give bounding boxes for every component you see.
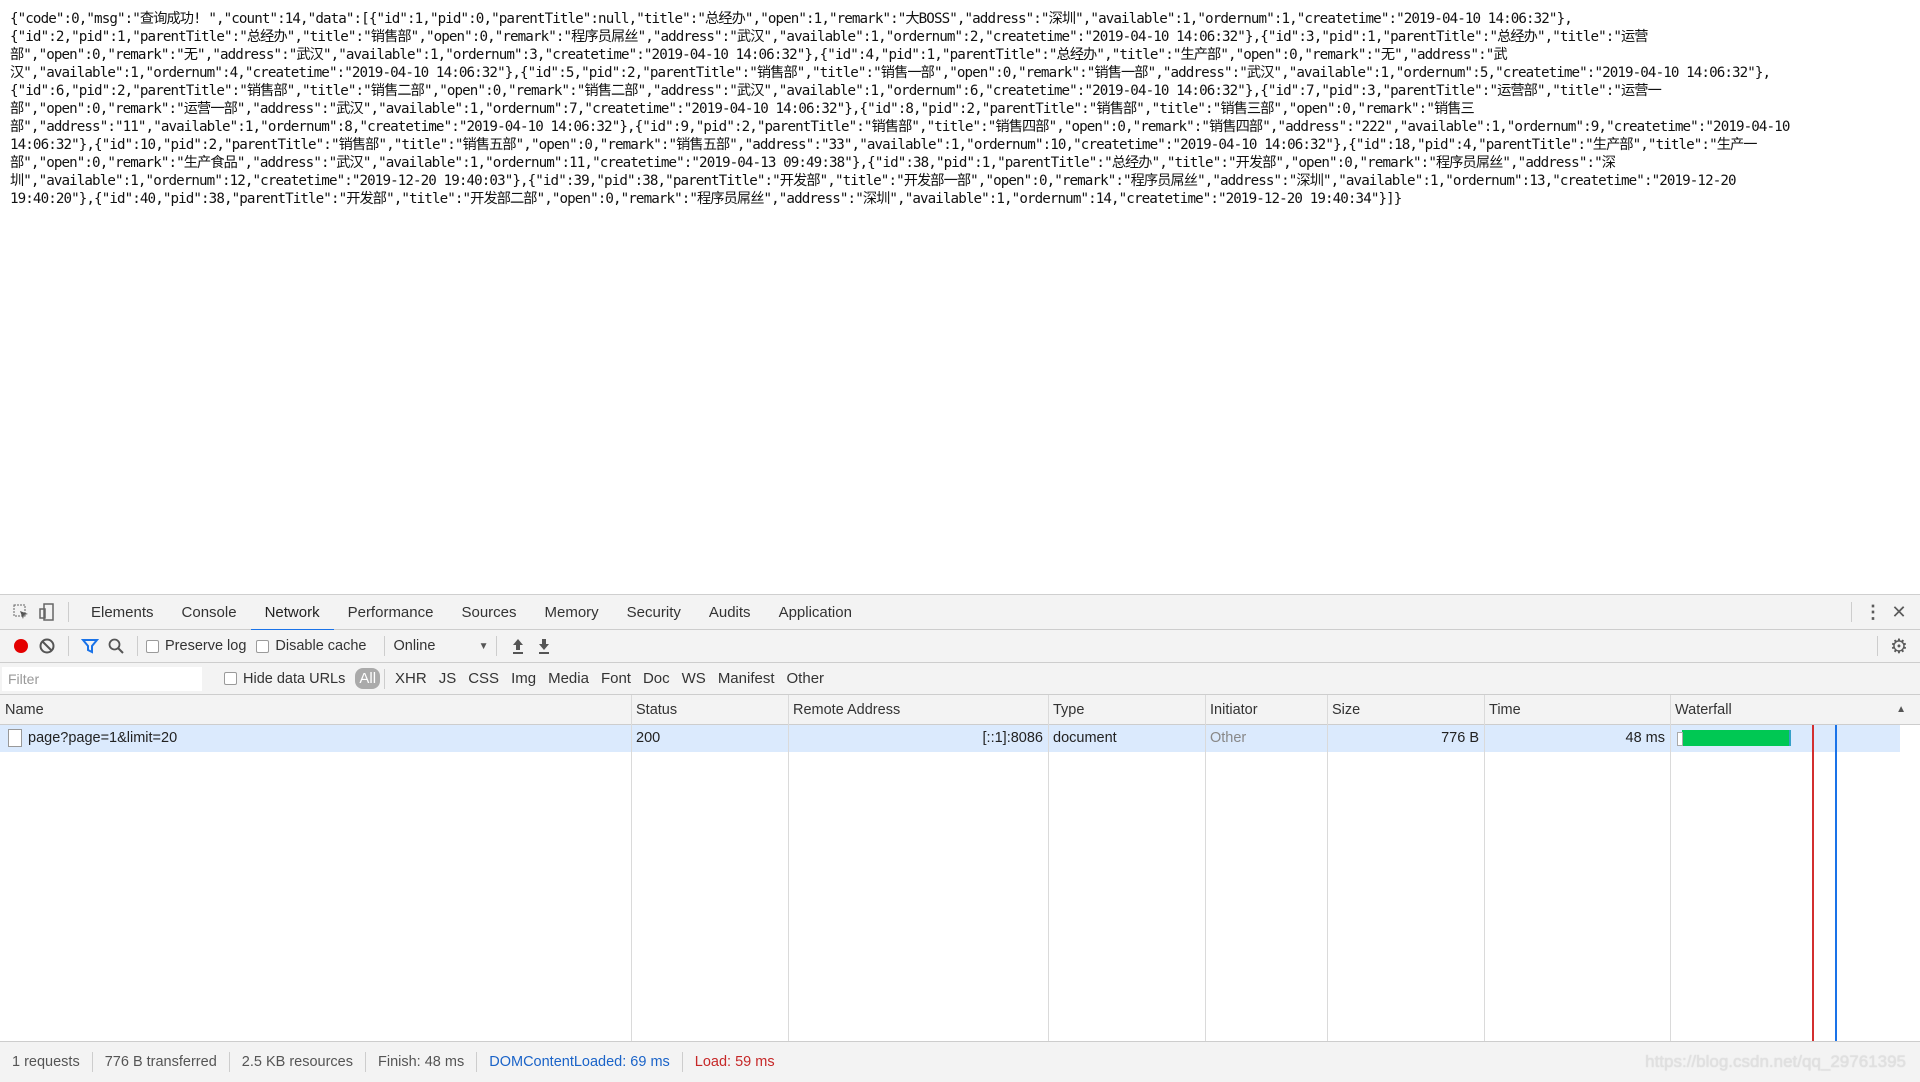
column-header-waterfall[interactable]: Waterfall xyxy=(1670,695,1920,725)
preserve-log-checkbox[interactable]: Preserve log xyxy=(146,638,246,654)
search-icon[interactable] xyxy=(103,633,129,659)
export-har-icon[interactable] xyxy=(531,633,557,659)
tab-audits[interactable]: Audits xyxy=(695,595,765,630)
cell-remote-address: [::1]:8086 xyxy=(982,730,1043,746)
cell-size: 776 B xyxy=(1441,730,1479,746)
column-divider[interactable] xyxy=(1484,695,1485,1041)
cell-time: 48 ms xyxy=(1625,730,1666,746)
tab-sources[interactable]: Sources xyxy=(447,595,530,630)
page-body: {"code":0,"msg":"查询成功! ","count":14,"dat… xyxy=(0,0,1920,594)
gear-icon[interactable]: ⚙ xyxy=(1886,633,1912,659)
sort-ascending-icon[interactable]: ▲ xyxy=(1896,695,1906,725)
column-header-initiator[interactable]: Initiator xyxy=(1205,695,1327,725)
column-header-size[interactable]: Size xyxy=(1327,695,1484,725)
clear-icon[interactable] xyxy=(34,633,60,659)
json-response-text: {"code":0,"msg":"查询成功! ","count":14,"dat… xyxy=(10,10,1790,208)
tab-security[interactable]: Security xyxy=(613,595,695,630)
tab-application[interactable]: Application xyxy=(765,595,866,630)
record-icon[interactable] xyxy=(8,633,34,659)
column-divider[interactable] xyxy=(1048,695,1049,1041)
filter-type-doc[interactable]: Doc xyxy=(637,670,676,687)
json-line: 部","open":0,"remark":"无","address":"武汉",… xyxy=(10,47,1508,63)
dom-content-loaded-line xyxy=(1835,725,1837,1041)
table-header: Name Status Remote Address Type Initiator Siz… xyxy=(0,695,1920,725)
watermark: https://blog.csdn.net/qq_29761395 xyxy=(1645,1052,1906,1071)
filter-bar: Hide data URLs All XHRJSCSSImgMediaFontDo… xyxy=(0,663,1920,695)
filter-type-xhr[interactable]: XHR xyxy=(389,670,433,687)
column-header-status[interactable]: Status xyxy=(631,695,788,725)
column-divider[interactable] xyxy=(1670,695,1671,1041)
json-line: 圳","available":1,"ordernum":12,"createti… xyxy=(10,173,1737,189)
transferred-size: 776 B transferred xyxy=(93,1052,230,1072)
filter-icon[interactable] xyxy=(77,633,103,659)
cell-status: 200 xyxy=(636,730,661,746)
column-header-remote-address[interactable]: Remote Address xyxy=(788,695,1048,725)
tab-elements[interactable]: Elements xyxy=(77,595,168,630)
filter-type-img[interactable]: Img xyxy=(505,670,542,687)
json-line: 19:40:20"},{"id":40,"pid":38,"parentTitl… xyxy=(10,191,1402,207)
filter-type-media[interactable]: Media xyxy=(542,670,595,687)
column-header-time[interactable]: Time xyxy=(1484,695,1670,725)
close-icon[interactable]: ✕ xyxy=(1886,599,1912,625)
json-line: 部","open":0,"remark":"运营一部","address":"武… xyxy=(10,101,1475,117)
filter-type-all[interactable]: All xyxy=(355,668,381,689)
filter-type-js[interactable]: JS xyxy=(433,670,463,687)
devtools-panel: Elements Console Network Performance Sources… xyxy=(0,594,1920,1082)
requests-count: 1 requests xyxy=(0,1052,93,1072)
cell-type: document xyxy=(1053,730,1117,746)
column-header-name[interactable]: Name xyxy=(0,695,631,725)
finish-time: Finish: 48 ms xyxy=(366,1052,478,1072)
device-toolbar-icon[interactable] xyxy=(34,599,60,625)
column-divider[interactable] xyxy=(1205,695,1206,1041)
dom-content-loaded-time: DOMContentLoaded: 69 ms xyxy=(477,1052,683,1072)
request-name[interactable]: page?page=1&limit=20 xyxy=(28,730,177,746)
tab-network[interactable]: Network xyxy=(250,595,334,631)
column-divider[interactable] xyxy=(631,695,632,1041)
waterfall-bar[interactable] xyxy=(1682,730,1791,746)
load-event-line xyxy=(1812,725,1814,1041)
filter-input[interactable] xyxy=(2,666,202,691)
filter-type-other[interactable]: Other xyxy=(781,670,831,687)
table-row[interactable]: page?page=1&limit=20 200 [::1]:8086 documen… xyxy=(0,725,1900,752)
tab-memory[interactable]: Memory xyxy=(531,595,613,630)
throttling-select[interactable]: Online ▼ xyxy=(393,638,488,654)
json-line: {"id":6,"pid":2,"parentTitle":"销售部","tit… xyxy=(10,83,1662,99)
json-line: {"id":2,"pid":1,"parentTitle":"总经办","tit… xyxy=(10,29,1648,45)
column-divider[interactable] xyxy=(788,695,789,1041)
filter-type-ws[interactable]: WS xyxy=(676,670,712,687)
json-line: 部","open":0,"remark":"生产食品","address":"武… xyxy=(10,155,1616,171)
filter-type-manifest[interactable]: Manifest xyxy=(712,670,781,687)
import-har-icon[interactable] xyxy=(505,633,531,659)
document-icon xyxy=(8,729,22,748)
json-line: 14:06:32"},{"id":10,"pid":2,"parentTitle… xyxy=(10,137,1757,153)
network-summary-bar: 1 requests 776 B transferred 2.5 KB reso… xyxy=(0,1041,1920,1082)
devtools-tab-bar: Elements Console Network Performance Sources… xyxy=(0,595,1920,631)
tab-performance[interactable]: Performance xyxy=(334,595,448,630)
column-header-type[interactable]: Type xyxy=(1048,695,1205,725)
column-divider[interactable] xyxy=(1327,695,1328,1041)
tab-console[interactable]: Console xyxy=(168,595,251,630)
hide-data-urls-checkbox[interactable]: Hide data URLs xyxy=(224,671,345,687)
load-time: Load: 59 ms xyxy=(694,1054,775,1070)
json-line: 部","address":"11","available":1,"ordernu… xyxy=(10,119,1790,135)
network-request-table: Name Status Remote Address Type Initiator Siz… xyxy=(0,695,1920,1041)
filter-type-css[interactable]: CSS xyxy=(462,670,505,687)
filter-type-font[interactable]: Font xyxy=(595,670,637,687)
inspect-element-icon[interactable] xyxy=(8,599,34,625)
more-vertical-icon[interactable]: ⋮ xyxy=(1860,599,1886,625)
network-toolbar: Preserve log Disable cache Online ▼ ⚙ xyxy=(0,630,1920,663)
disable-cache-checkbox[interactable]: Disable cache xyxy=(256,638,366,654)
json-line: {"code":0,"msg":"查询成功! ","count":14,"dat… xyxy=(10,11,1573,27)
json-line: 汉","available":1,"ordernum":4,"createtim… xyxy=(10,65,1771,81)
chevron-down-icon: ▼ xyxy=(478,640,489,652)
resources-size: 2.5 KB resources xyxy=(230,1052,366,1072)
cell-initiator: Other xyxy=(1210,730,1247,746)
waterfall-wait-marker xyxy=(1677,732,1683,746)
